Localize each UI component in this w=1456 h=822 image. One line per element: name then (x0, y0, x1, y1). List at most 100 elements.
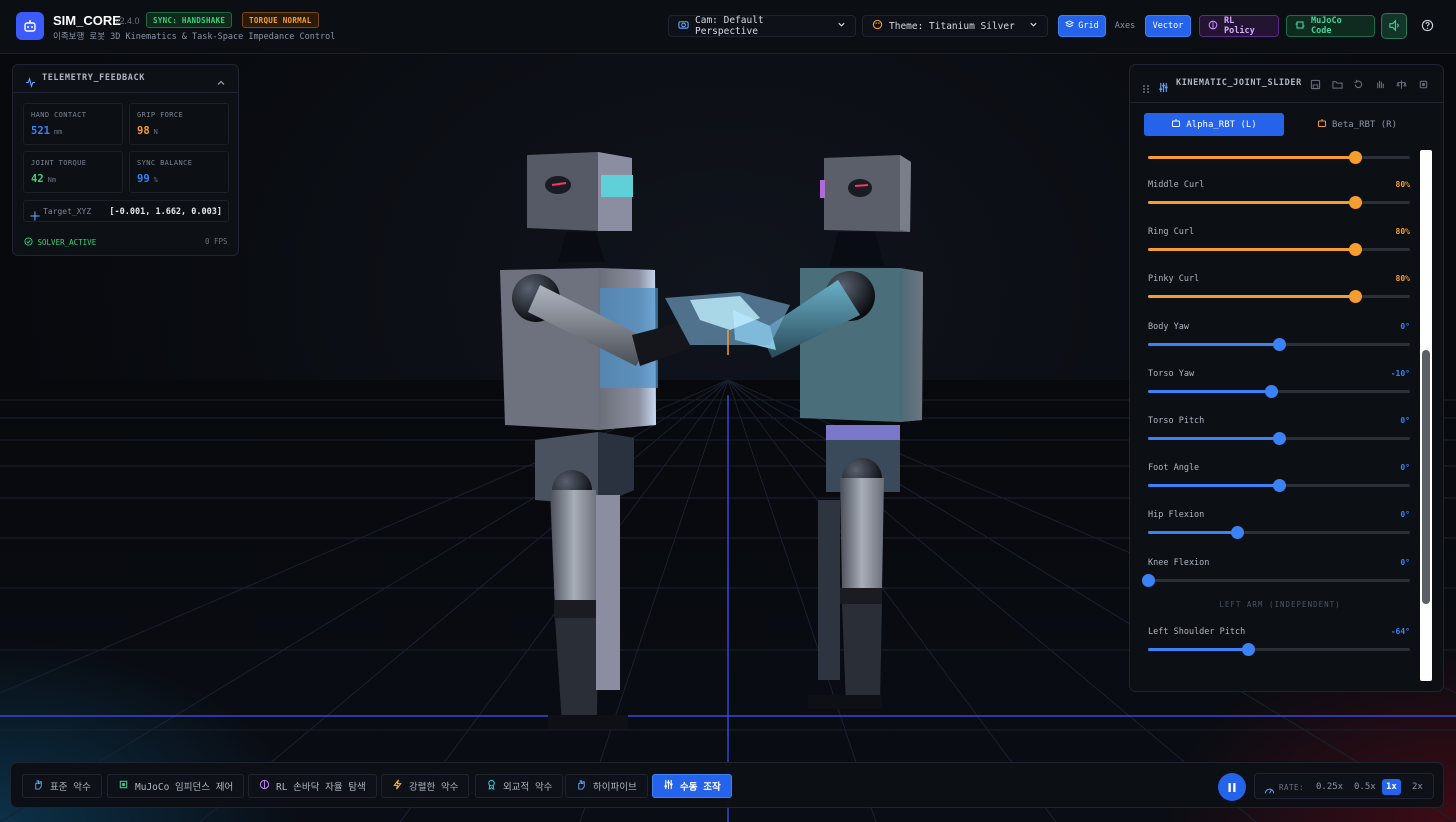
slider-row: Foot Angle 0° (1140, 456, 1420, 499)
slider-row: Knee Flexion 0° (1140, 550, 1420, 593)
rate-label: RATE: (1279, 783, 1305, 792)
balance-icon[interactable] (1394, 77, 1408, 91)
solver-status-label: SOLVER_ACTIVE (37, 238, 97, 247)
bot-icon (1171, 118, 1181, 131)
tab-beta-robot[interactable]: Beta_RBT (R) (1287, 113, 1427, 136)
slider-thumb[interactable] (1241, 642, 1255, 656)
save-icon[interactable] (1308, 77, 1322, 91)
mode-label: RL 손바닥 자율 탐색 (276, 782, 366, 793)
playback-rate-control: RATE: 0.25x 0.5x 1x 2x (1254, 773, 1434, 799)
sound-toggle-button[interactable] (1381, 13, 1407, 39)
mujoco-code-button[interactable]: MuJoCo Code (1286, 15, 1375, 37)
slider-row: Middle Curl 80% (1140, 173, 1420, 215)
slider-track[interactable] (1142, 573, 1410, 587)
slider-track[interactable] (1148, 290, 1410, 304)
rate-option-0.5x[interactable]: 0.5x (1350, 779, 1380, 795)
robot-logo-icon (16, 12, 44, 40)
slider-track[interactable] (1148, 151, 1410, 164)
slider-track[interactable] (1148, 243, 1410, 257)
tab-alpha-robot[interactable]: Alpha_RBT (L) (1144, 113, 1284, 136)
slider-value: 0° (1400, 510, 1410, 520)
slider-track[interactable] (1148, 526, 1410, 540)
rate-option-1x[interactable]: 1x (1382, 779, 1401, 795)
slider-row: Left Shoulder Pitch -64° (1140, 619, 1420, 662)
kinematic-scrollbar[interactable] (1420, 150, 1432, 681)
brain-icon (1208, 20, 1218, 33)
chevron-up-icon[interactable] (216, 73, 226, 92)
slider-label: Left Shoulder Pitch (1148, 626, 1246, 637)
slider-label: Middle Curl (1148, 180, 1205, 190)
reset-icon[interactable] (1351, 77, 1365, 91)
slider-label: Knee Flexion (1148, 557, 1210, 568)
pause-button[interactable] (1218, 773, 1246, 801)
slider-fill (1148, 248, 1355, 252)
rate-option-2x[interactable]: 2x (1408, 779, 1427, 795)
slider-thumb[interactable] (1348, 290, 1362, 304)
cpu-icon[interactable] (1416, 77, 1430, 91)
slider-thumb[interactable] (1273, 337, 1286, 351)
slider-thumb[interactable] (1142, 573, 1155, 587)
slider-thumb[interactable] (1348, 243, 1362, 257)
camera-select[interactable]: Cam: Default Perspective (668, 15, 856, 37)
mode-standard-handshake[interactable]: 표준 악수 (22, 774, 102, 798)
mode-rl-palm-search[interactable]: RL 손바닥 자율 탐색 (248, 774, 377, 798)
help-button[interactable] (1414, 13, 1440, 39)
app-root: SIM_CORE v2.4.0 이족보행 로봇 3D Kinematics & … (0, 0, 1456, 822)
telemetry-title: TELEMETRY_FEEDBACK (42, 73, 145, 83)
vector-toggle[interactable]: Vector (1145, 15, 1191, 37)
slider-fill (1148, 156, 1355, 159)
mode-label: 강렬한 악수 (409, 782, 459, 793)
slider-thumb[interactable] (1265, 384, 1279, 398)
scrollbar-thumb[interactable] (1422, 350, 1430, 604)
joint-torque-card: JOINT TORQUE 42 Nm (23, 151, 123, 193)
top-bar: SIM_CORE v2.4.0 이족보행 로봇 3D Kinematics & … (0, 0, 1456, 54)
slider-thumb[interactable] (1273, 479, 1286, 493)
slider-thumb[interactable] (1348, 196, 1362, 209)
slider-fill (1148, 484, 1279, 488)
mode-diplomatic-handshake[interactable]: 외교적 악수 (475, 774, 564, 798)
rl-policy-button[interactable]: RL Policy (1199, 15, 1279, 37)
chevron-down-icon (837, 20, 846, 32)
telemetry-header[interactable]: TELEMETRY_FEEDBACK (13, 65, 238, 93)
mode-intense-handshake[interactable]: 강렬한 악수 (381, 774, 470, 798)
slider-thumb[interactable] (1273, 432, 1286, 445)
mode-label: 외교적 악수 (503, 782, 553, 793)
slider-fill (1148, 531, 1238, 535)
slider-track[interactable] (1148, 432, 1410, 445)
layers-icon (1065, 20, 1075, 32)
slider-list[interactable]: Middle Curl 80% Ring Curl 80% Pinky Curl 80% B… (1140, 150, 1422, 683)
grid-toggle[interactable]: Grid (1058, 15, 1106, 37)
slider-track[interactable] (1148, 196, 1410, 209)
mode-high-five[interactable]: 하이파이브 (565, 774, 648, 798)
slider-thumb[interactable] (1231, 526, 1245, 540)
slider-track[interactable] (1148, 479, 1410, 493)
chevron-down-icon (1029, 20, 1038, 32)
metric-label: HAND CONTACT (31, 111, 87, 119)
rl-policy-label: RL Policy (1224, 16, 1255, 36)
mode-manual-control[interactable]: 수동 조작 (652, 774, 732, 798)
metric-value: 521 mm (31, 125, 63, 137)
slider-value: -64° (1390, 626, 1410, 636)
slider-fill (1148, 647, 1248, 651)
theme-select[interactable]: Theme: Titanium Silver (862, 15, 1048, 37)
metric-label: JOINT TORQUE (31, 159, 87, 167)
mode-mujoco-impedance[interactable]: MuJoCo 임피던스 제어 (107, 774, 245, 798)
gauge-icon (1264, 781, 1275, 800)
axes-toggle[interactable]: Axes (1108, 15, 1142, 37)
rate-option-0.25x[interactable]: 0.25x (1312, 779, 1347, 795)
palette-icon (872, 19, 883, 33)
metric-label: SYNC BALANCE (137, 159, 193, 167)
hand-pose-icon[interactable] (1373, 77, 1387, 91)
slider-label: Hip Flexion (1148, 510, 1205, 521)
slider-track[interactable] (1148, 642, 1410, 656)
folder-open-icon[interactable] (1330, 77, 1344, 91)
slider-track[interactable] (1148, 384, 1410, 398)
help-icon (1421, 17, 1434, 36)
drag-handle-icon[interactable] (1142, 79, 1151, 98)
slider-fill (1148, 201, 1355, 204)
slider-track[interactable] (1148, 337, 1410, 351)
slider-row: Ring Curl 80% (1140, 220, 1420, 263)
speaker-icon (1388, 17, 1401, 36)
slider-thumb[interactable] (1348, 151, 1362, 164)
bot-icon (1317, 118, 1327, 131)
